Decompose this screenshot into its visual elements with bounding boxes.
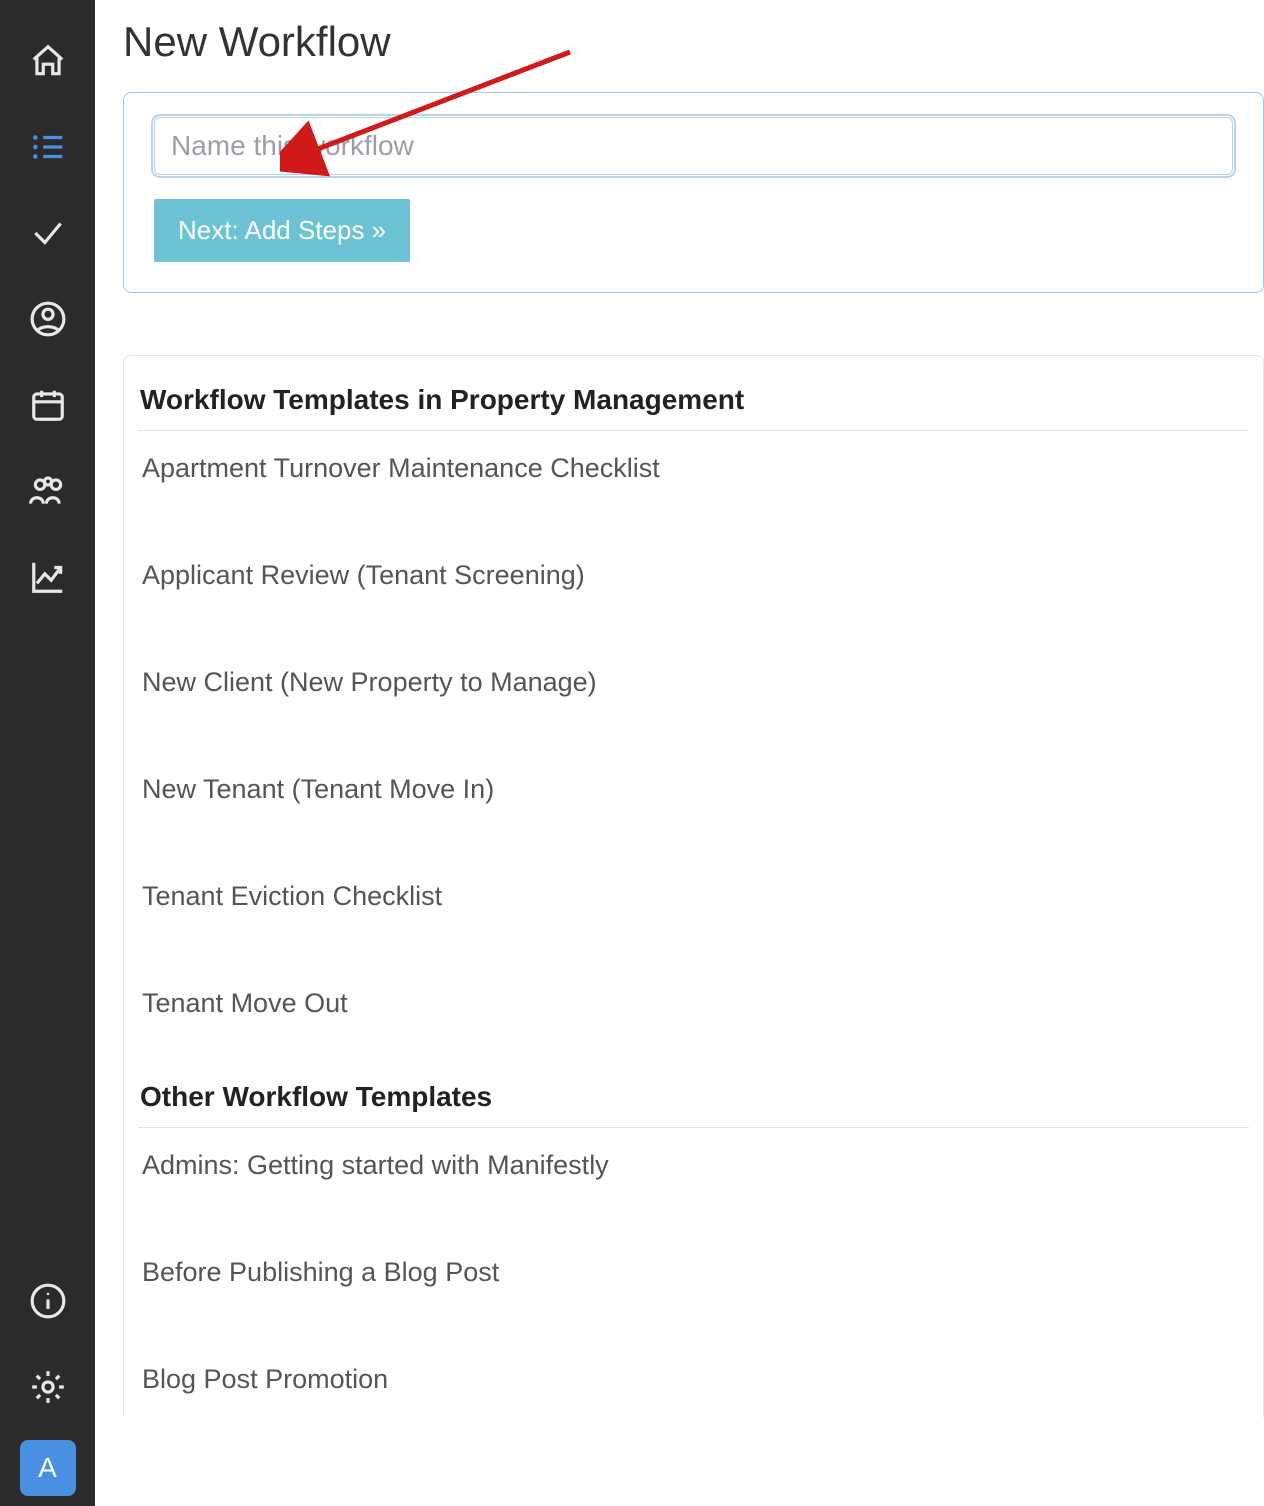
- template-item[interactable]: Tenant Move Out: [138, 966, 1249, 1041]
- sidebar-check[interactable]: [0, 190, 95, 276]
- avatar[interactable]: A: [20, 1440, 76, 1496]
- workflow-name-input[interactable]: [154, 117, 1233, 175]
- templates-heading-property-management: Workflow Templates in Property Managemen…: [138, 376, 1249, 431]
- templates-card: Workflow Templates in Property Managemen…: [123, 355, 1264, 1417]
- sidebar: A: [0, 0, 95, 1506]
- check-icon: [29, 214, 67, 252]
- sidebar-settings[interactable]: [0, 1344, 95, 1430]
- sidebar-home[interactable]: [0, 18, 95, 104]
- template-item[interactable]: Blog Post Promotion: [138, 1342, 1249, 1417]
- sidebar-info[interactable]: [0, 1258, 95, 1344]
- sidebar-analytics[interactable]: [0, 534, 95, 620]
- sidebar-team[interactable]: [0, 448, 95, 534]
- page-title: New Workflow: [123, 18, 1264, 66]
- sidebar-profile[interactable]: [0, 276, 95, 362]
- template-item[interactable]: Apartment Turnover Maintenance Checklist: [138, 431, 1249, 506]
- sidebar-bottom: A: [0, 1258, 95, 1506]
- chart-line-icon: [29, 558, 67, 596]
- template-item[interactable]: Applicant Review (Tenant Screening): [138, 538, 1249, 613]
- gear-icon: [29, 1368, 67, 1406]
- home-icon: [29, 42, 67, 80]
- sidebar-list[interactable]: [0, 104, 95, 190]
- sidebar-calendar[interactable]: [0, 362, 95, 448]
- team-icon: [27, 472, 69, 510]
- next-add-steps-button[interactable]: Next: Add Steps »: [154, 199, 410, 262]
- info-icon: [29, 1282, 67, 1320]
- template-item[interactable]: Admins: Getting started with Manifestly: [138, 1128, 1249, 1203]
- new-workflow-card: Next: Add Steps »: [123, 92, 1264, 293]
- template-item[interactable]: New Client (New Property to Manage): [138, 645, 1249, 720]
- list-icon: [29, 128, 67, 166]
- template-item[interactable]: Before Publishing a Blog Post: [138, 1235, 1249, 1310]
- template-item[interactable]: New Tenant (Tenant Move In): [138, 752, 1249, 827]
- user-circle-icon: [29, 300, 67, 338]
- main-content: New Workflow Next: Add Steps » Workflow …: [95, 0, 1264, 1435]
- template-item[interactable]: Tenant Eviction Checklist: [138, 859, 1249, 934]
- templates-heading-other: Other Workflow Templates: [138, 1073, 1249, 1128]
- avatar-letter: A: [38, 1452, 57, 1484]
- calendar-icon: [29, 386, 67, 424]
